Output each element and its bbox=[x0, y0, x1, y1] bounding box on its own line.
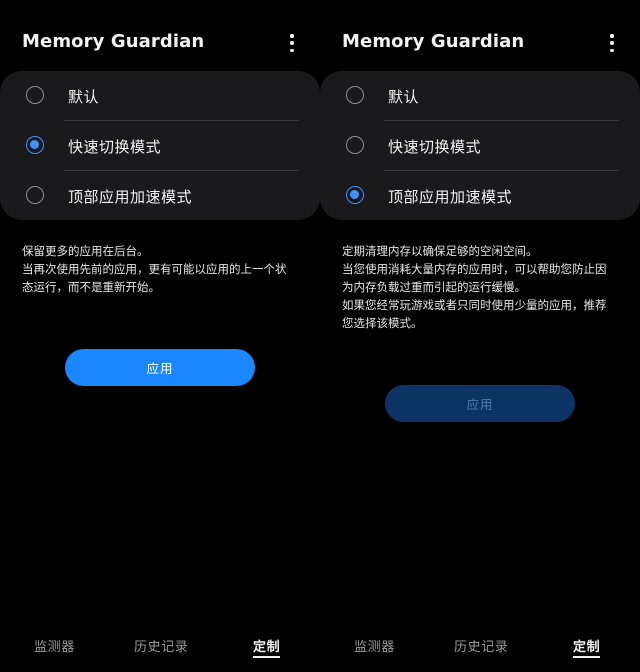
tab-customize[interactable]: 定制 bbox=[253, 636, 280, 655]
description-line: 态运行，而不是重新开始。 bbox=[22, 280, 160, 294]
tab-customize[interactable]: 定制 bbox=[573, 636, 600, 655]
active-tab-indicator bbox=[253, 656, 280, 658]
description-line: 定期清理内存以确保足够的空闲空间。 bbox=[342, 244, 538, 258]
divider bbox=[384, 170, 619, 171]
radio-checked-icon[interactable] bbox=[26, 136, 44, 154]
radio-unchecked-icon[interactable] bbox=[26, 186, 44, 204]
bottom-nav: 监测器 历史记录 定制 bbox=[0, 636, 320, 660]
option-default[interactable]: 默认 bbox=[320, 71, 640, 120]
option-default[interactable]: 默认 bbox=[0, 71, 320, 120]
description-line: 当再次使用先前的应用，更有可能以应用的上一个状 bbox=[22, 262, 287, 276]
tab-monitor[interactable]: 监测器 bbox=[354, 636, 395, 655]
option-label: 快速切换模式 bbox=[68, 138, 162, 156]
screen-right: Memory Guardian 默认 快速切换模式 顶部应用加速模式 定期清理内… bbox=[320, 0, 640, 672]
app-title: Memory Guardian bbox=[342, 31, 525, 52]
mode-description: 定期清理内存以确保足够的空闲空间。 当您使用消耗大量内存的应用时，可以帮助您防止… bbox=[342, 242, 624, 332]
description-line: 如果您经常玩游戏或者只同时使用少量的应用，推荐 bbox=[342, 298, 607, 312]
more-options-icon[interactable] bbox=[604, 34, 620, 52]
radio-unchecked-icon[interactable] bbox=[346, 136, 364, 154]
divider bbox=[64, 170, 299, 171]
screens: Memory Guardian 默认 快速切换模式 顶部应用加速模式 保留更多的… bbox=[0, 0, 640, 672]
divider bbox=[384, 120, 619, 121]
tab-monitor[interactable]: 监测器 bbox=[34, 636, 75, 655]
bottom-nav: 监测器 历史记录 定制 bbox=[320, 636, 640, 660]
mode-options-card: 默认 快速切换模式 顶部应用加速模式 bbox=[320, 71, 640, 220]
tab-history[interactable]: 历史记录 bbox=[454, 636, 508, 655]
active-tab-indicator bbox=[573, 656, 600, 658]
apply-button[interactable]: 应用 bbox=[65, 349, 255, 386]
option-label: 默认 bbox=[68, 88, 100, 106]
option-label: 顶部应用加速模式 bbox=[388, 188, 513, 206]
apply-button-disabled[interactable]: 应用 bbox=[385, 385, 575, 422]
tab-history[interactable]: 历史记录 bbox=[134, 636, 188, 655]
mode-description: 保留更多的应用在后台。 当再次使用先前的应用，更有可能以应用的上一个状 态运行，… bbox=[22, 242, 304, 296]
option-fast-switch[interactable]: 快速切换模式 bbox=[320, 121, 640, 170]
radio-unchecked-icon[interactable] bbox=[26, 86, 44, 104]
radio-unchecked-icon[interactable] bbox=[346, 86, 364, 104]
radio-checked-icon[interactable] bbox=[346, 186, 364, 204]
description-line: 为内存负载过重而引起的运行缓慢。 bbox=[342, 280, 526, 294]
option-label: 快速切换模式 bbox=[388, 138, 482, 156]
screen-left: Memory Guardian 默认 快速切换模式 顶部应用加速模式 保留更多的… bbox=[0, 0, 320, 672]
option-label: 顶部应用加速模式 bbox=[68, 188, 193, 206]
mode-options-card: 默认 快速切换模式 顶部应用加速模式 bbox=[0, 71, 320, 220]
app-title: Memory Guardian bbox=[22, 31, 205, 52]
description-line: 保留更多的应用在后台。 bbox=[22, 244, 149, 258]
option-top-app-boost[interactable]: 顶部应用加速模式 bbox=[320, 171, 640, 220]
divider bbox=[64, 120, 299, 121]
more-options-icon[interactable] bbox=[284, 34, 300, 52]
option-label: 默认 bbox=[388, 88, 420, 106]
option-fast-switch[interactable]: 快速切换模式 bbox=[0, 121, 320, 170]
description-line: 您选择该模式。 bbox=[342, 316, 423, 330]
option-top-app-boost[interactable]: 顶部应用加速模式 bbox=[0, 171, 320, 220]
description-line: 当您使用消耗大量内存的应用时，可以帮助您防止因 bbox=[342, 262, 607, 276]
